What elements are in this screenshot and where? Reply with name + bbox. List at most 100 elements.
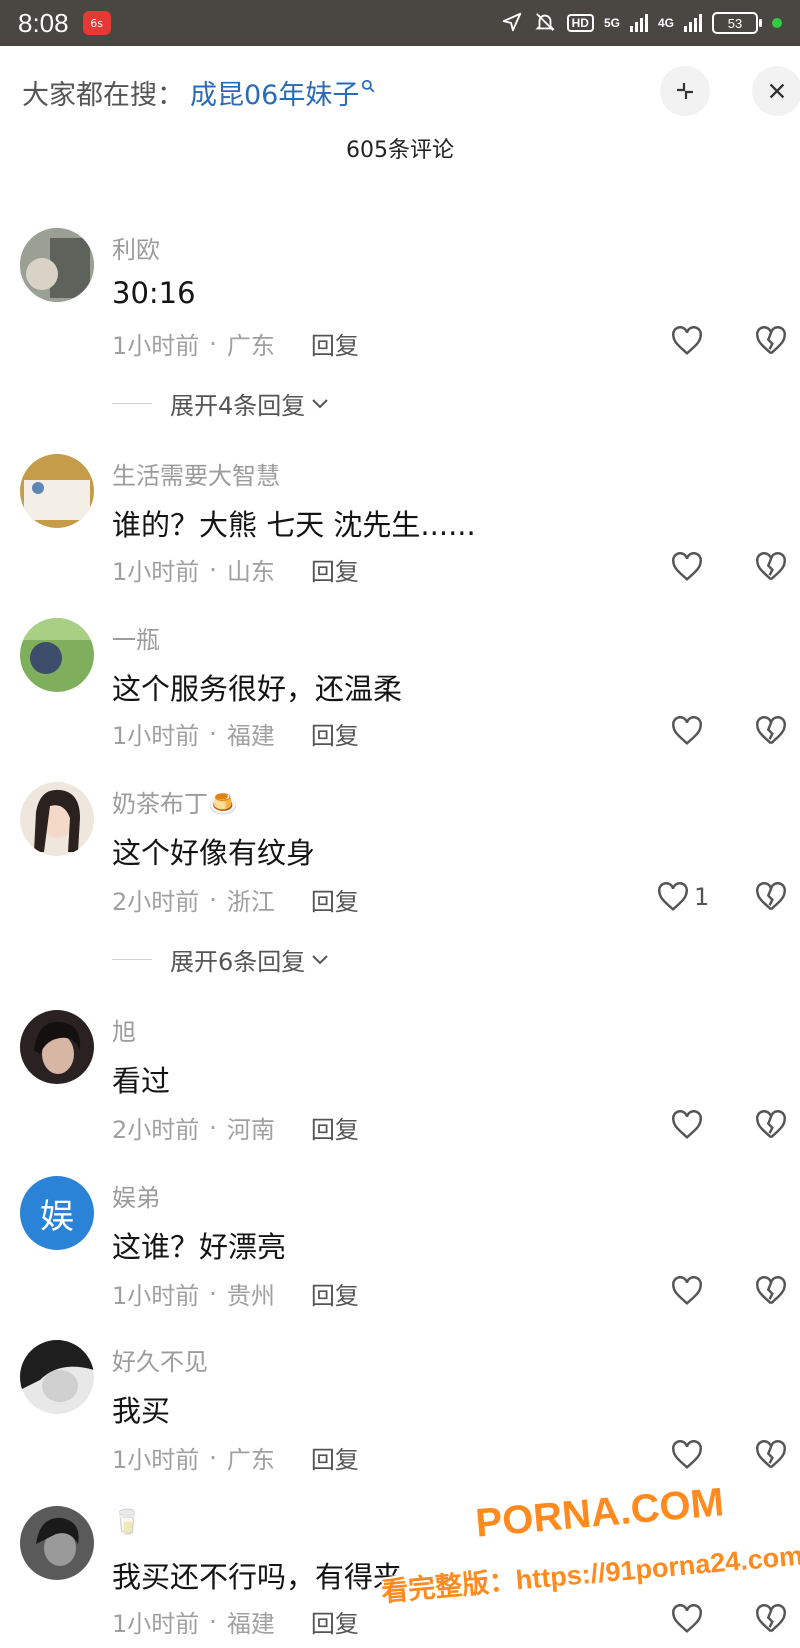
comment-text: 谁的？大熊 七天 沈先生...... (112, 508, 476, 542)
avatar[interactable] (20, 1506, 94, 1580)
dislike-button[interactable] (754, 716, 788, 750)
comment-username[interactable]: 生活需要大智慧 (112, 456, 280, 491)
comment-time: 1小时前 (112, 1446, 200, 1474)
status-time: 8:08 (18, 7, 69, 38)
avatar[interactable] (20, 618, 94, 692)
watermark: PORNA.COM 看完整版：https://91porna24.com (374, 1474, 800, 1648)
comment-region: 河南 (226, 1116, 275, 1144)
battery-icon: 53 (712, 12, 762, 34)
comment-time: 1小时前 (112, 722, 200, 750)
reply-button[interactable]: 回复 (311, 1276, 359, 1311)
avatar[interactable] (20, 782, 94, 856)
trending-search-bar: 大家都在搜： 成昆06年妹子 (0, 46, 800, 138)
broken-heart-icon (756, 326, 786, 355)
comment-region: 福建 (226, 1610, 275, 1638)
expand-replies-label: 展开6条回复 (170, 948, 306, 976)
like-button[interactable] (670, 1440, 704, 1470)
comment-username[interactable]: 奶茶布丁🍮 (112, 784, 238, 819)
dislike-button[interactable] (754, 1440, 788, 1474)
reply-button[interactable]: 回复 (311, 552, 359, 587)
comment-text: 30:16 (112, 276, 196, 310)
comment-username[interactable]: 🥛 (112, 1508, 142, 1536)
comment-region: 山东 (226, 558, 275, 586)
app-badge-icon: 6s (82, 11, 111, 35)
broken-heart-icon (756, 1604, 786, 1633)
comment-text: 我买 (112, 1394, 171, 1428)
mute-icon (533, 11, 557, 36)
avatar[interactable] (20, 228, 94, 302)
dislike-button[interactable] (754, 1276, 788, 1310)
chevron-down-icon (312, 954, 328, 964)
like-button[interactable]: 1 (656, 882, 709, 912)
comment-time: 2小时前 (112, 888, 200, 916)
status-icons: HD 5G 4G 53 (501, 11, 782, 36)
network-4g-label: 4G (657, 16, 674, 30)
dislike-button[interactable] (754, 326, 788, 360)
comment-meta: 2小时前 · 浙江 回复 (112, 882, 359, 917)
expand-replies-label: 展开4条回复 (170, 392, 306, 420)
comment-region: 广东 (226, 332, 275, 360)
dislike-button[interactable] (754, 1604, 788, 1638)
avatar[interactable] (20, 1340, 94, 1414)
expand-replies-button[interactable]: 展开4条回复 (112, 386, 329, 421)
reply-button[interactable]: 回复 (311, 326, 359, 361)
comment-username[interactable]: 好久不见 (112, 1342, 208, 1377)
watermark-brand: PORNA.COM (473, 1480, 726, 1546)
collapse-button[interactable] (660, 66, 710, 116)
reply-button[interactable]: 回复 (311, 882, 359, 917)
expand-replies-button[interactable]: 展开6条回复 (112, 942, 329, 977)
avatar[interactable]: 娱 (20, 1176, 94, 1250)
comment-time: 1小时前 (112, 332, 200, 360)
comment-username[interactable]: 利欧 (112, 230, 160, 265)
comment-text: 我买还不行吗，有得来 (112, 1560, 403, 1594)
comment-meta: 1小时前 · 山东 回复 (112, 552, 359, 587)
like-button[interactable] (670, 326, 704, 356)
comment-text: 看过 (112, 1064, 171, 1098)
reply-button[interactable]: 回复 (311, 1110, 359, 1145)
heart-icon (672, 716, 702, 745)
close-icon (769, 83, 785, 99)
reply-button[interactable]: 回复 (311, 1440, 359, 1475)
dislike-button[interactable] (754, 552, 788, 586)
like-button[interactable] (670, 1276, 704, 1306)
broken-heart-icon (756, 1276, 786, 1305)
trending-search-label: 大家都在搜： (22, 79, 184, 111)
comment-meta: 1小时前 · 广东 回复 (112, 1440, 359, 1475)
reply-button[interactable]: 回复 (311, 1604, 359, 1639)
watermark-url: 看完整版：https://91porna24.com (380, 1540, 800, 1608)
comment-meta: 1小时前 · 福建 回复 (112, 716, 359, 751)
comment-region: 贵州 (226, 1282, 275, 1310)
comment-region: 浙江 (226, 888, 275, 916)
comment-username[interactable]: 一瓶 (112, 620, 160, 655)
reply-button[interactable]: 回复 (311, 716, 359, 751)
dislike-button[interactable] (754, 1110, 788, 1144)
comment-meta: 2小时前 · 河南 回复 (112, 1110, 359, 1145)
signal-icon (684, 14, 702, 32)
comment-meta: 1小时前 · 福建 回复 (112, 1604, 359, 1639)
trending-search-term[interactable]: 成昆06年妹子 (190, 73, 359, 112)
comment-username[interactable]: 旭 (112, 1012, 136, 1047)
broken-heart-icon (756, 1110, 786, 1139)
like-button[interactable] (670, 1604, 704, 1634)
comment-username[interactable]: 娱弟 (112, 1178, 160, 1213)
privacy-indicator-icon (772, 18, 782, 28)
like-button[interactable] (670, 1110, 704, 1140)
network-5g-label: 5G (603, 16, 620, 30)
broken-heart-icon (756, 1440, 786, 1469)
avatar[interactable] (20, 454, 94, 528)
comment-text: 这谁？好漂亮 (112, 1230, 287, 1264)
search-icon[interactable] (361, 78, 375, 97)
broken-heart-icon (756, 882, 786, 911)
comment-region: 福建 (226, 722, 275, 750)
like-button[interactable] (670, 552, 704, 582)
heart-icon (672, 552, 702, 581)
avatar[interactable] (20, 1010, 94, 1084)
signal-icon (629, 14, 648, 32)
heart-icon (672, 1276, 702, 1305)
dislike-button[interactable] (754, 882, 788, 916)
milk-emoji: 🥛 (112, 1508, 142, 1536)
close-button[interactable] (752, 66, 800, 116)
heart-icon (672, 1440, 702, 1469)
like-count: 1 (694, 883, 710, 911)
like-button[interactable] (670, 716, 704, 746)
